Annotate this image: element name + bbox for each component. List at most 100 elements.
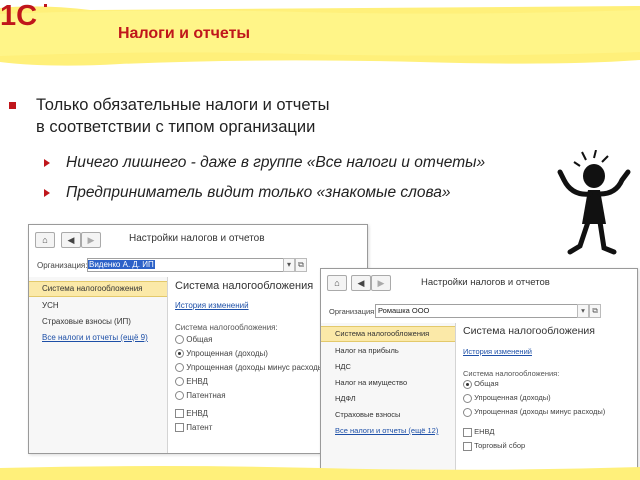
org-input[interactable]: Виденко А. Д. ИП [87,258,285,272]
radio-label: Патентная [186,391,226,400]
radio-label: Общая [474,379,499,388]
nav-panel: Система налогообложения УСН Страховые вз… [29,277,168,453]
open-icon: ⧉ [298,260,304,269]
tax-system-label: Система налогообложения: [463,369,560,378]
checkbox-label: Патент [186,423,213,432]
radio-usn-income-expenses[interactable]: Упрощенная (доходы минус расходы) [463,407,605,417]
home-icon: ⌂ [334,278,340,288]
radio-envd[interactable]: ЕНВД [175,377,208,387]
org-label: Организация: [329,307,377,316]
content-title: Система налогообложения [175,280,314,292]
org-input[interactable]: Ромашка ООО [375,304,579,318]
checkbox-icon [175,423,184,433]
radio-selected-icon [463,379,472,389]
forward-button[interactable]: ▶ [371,275,391,291]
home-icon: ⌂ [42,235,48,245]
nav-item-tax-system[interactable]: Система налогообложения [321,326,455,342]
nav-item-profit-tax[interactable]: Налог на прибыль [321,344,455,358]
svg-text:1С: 1С [0,0,37,30]
triangle-bullet-icon [44,159,50,167]
org-open-button[interactable]: ⧉ [295,258,307,272]
checkbox-label: ЕНВД [474,427,495,436]
nav-item-all-taxes[interactable]: Все налоги и отчеты (ещё 12) [321,424,455,438]
checkbox-icon [463,427,472,437]
checkbox-label: Торговый сбор [474,441,526,450]
back-button[interactable]: ◀ [61,232,81,248]
radio-label: Общая [186,335,213,344]
nav-item-vat[interactable]: НДС [321,360,455,374]
radio-icon [175,391,184,401]
tax-system-label: Система налогообложения: [175,323,278,332]
nav-item-ndfl[interactable]: НДФЛ [321,392,455,406]
radio-icon [175,363,184,373]
radio-general[interactable]: Общая [175,335,213,345]
arrow-left-icon: ◀ [67,235,75,245]
main-bullet-line1: Только обязательные налоги и отчеты [36,96,330,114]
radio-label: ЕНВД [186,377,208,386]
home-button[interactable]: ⌂ [327,275,347,291]
window-title: Настройки налогов и отчетов [421,277,550,288]
radio-label: Упрощенная (доходы) [474,393,551,402]
radio-icon [463,393,472,403]
sub-bullet-text: Ничего лишнего - даже в группе «Все нало… [66,154,486,171]
org-label: Организация: [37,261,88,270]
org-dropdown-button[interactable]: ▾ [577,304,589,318]
radio-label: Упрощенная (доходы минус расходы) [474,407,606,416]
chevron-down-icon: ▾ [286,260,291,269]
radio-usn-income-expenses[interactable]: Упрощенная (доходы минус расходы) [175,363,327,373]
1c-logo: 1С [0,0,47,30]
history-link[interactable]: История изменений [463,347,532,356]
checkbox-envd[interactable]: ЕНВД [463,427,494,437]
nav-item-property-tax[interactable]: Налог на имущество [321,376,455,390]
history-link[interactable]: История изменений [175,301,249,310]
radio-general[interactable]: Общая [463,379,499,389]
radio-icon [175,377,184,387]
nav-item-usn[interactable]: УСН [29,299,167,313]
sub-bullet: Ничего лишнего - даже в группе «Все нало… [44,154,486,172]
slide-title: Налоги и отчеты [118,25,251,42]
chevron-down-icon: ▾ [581,306,585,315]
open-icon: ⧉ [592,306,598,315]
settings-window-ip: ⌂ ◀ ▶ Настройки налогов и отчетов Органи… [28,224,368,454]
radio-patent[interactable]: Патентная [175,391,226,401]
window-title: Настройки налогов и отчетов [129,233,265,244]
org-value: Ромашка ООО [378,306,430,315]
checkbox-patent[interactable]: Патент [175,423,213,433]
checkbox-envd[interactable]: ЕНВД [175,409,208,419]
checkbox-icon [175,409,184,419]
radio-icon [175,335,184,345]
forward-button[interactable]: ▶ [81,232,101,248]
sub-bullet-text: Предприниматель видит только «знакомые с… [66,184,451,201]
banner-background [0,6,640,66]
radio-icon [463,407,472,417]
nav-item-all-taxes[interactable]: Все налоги и отчеты (ещё 9) [29,331,167,345]
arrow-left-icon: ◀ [357,278,365,288]
home-button[interactable]: ⌂ [35,232,55,248]
header-banner: 1С Налоги и отчеты [0,0,640,72]
bottom-stripe [0,466,640,480]
checkbox-label: ЕНВД [186,409,208,418]
sub-bullet: Предприниматель видит только «знакомые с… [44,184,451,202]
nav-item-insurance[interactable]: Страховые взносы (ИП) [29,315,167,329]
stick-figure-icon [557,150,631,255]
nav-item-insurance[interactable]: Страховые взносы [321,408,455,422]
org-dropdown-button[interactable]: ▾ [283,258,295,272]
radio-label: Упрощенная (доходы минус расходы) [186,363,327,372]
checkbox-icon [463,441,472,451]
radio-usn-income[interactable]: Упрощенная (доходы) [463,393,551,403]
triangle-bullet-icon [44,189,50,197]
square-bullet-icon [9,102,16,109]
nav-item-tax-system[interactable]: Система налогообложения [29,281,167,297]
content-title: Система налогообложения [463,325,595,337]
nav-panel: Система налогообложения Налог на прибыль… [321,323,456,475]
checkbox-trade-fee[interactable]: Торговый сбор [463,441,525,451]
radio-usn-income[interactable]: Упрощенная (доходы) [175,349,268,359]
arrow-right-icon: ▶ [87,235,95,245]
back-button[interactable]: ◀ [351,275,371,291]
org-open-button[interactable]: ⧉ [589,304,601,318]
radio-selected-icon [175,349,184,359]
main-bullet: Только обязательные налоги и отчеты в со… [9,94,556,138]
main-bullet-line2: в соответствии с типом организации [36,118,316,136]
settings-window-ooo: ⌂ ◀ ▶ Настройки налогов и отчетов Органи… [320,268,638,476]
arrow-right-icon: ▶ [377,278,385,288]
